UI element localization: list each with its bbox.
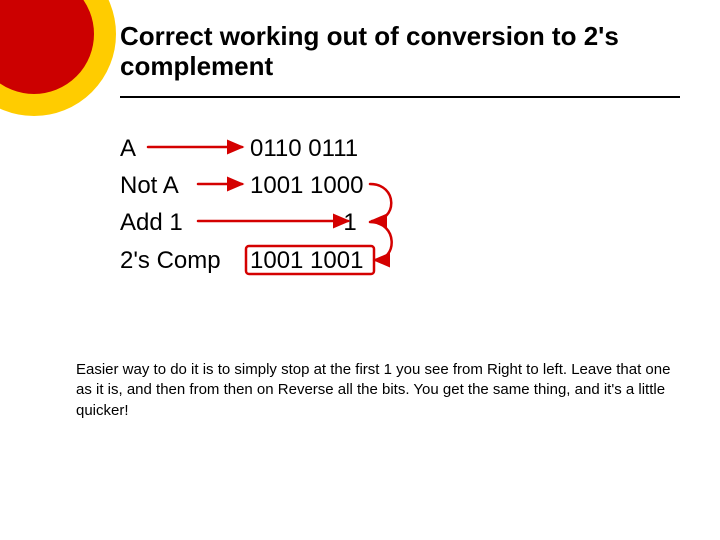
title-underline bbox=[120, 96, 680, 98]
row-twos-comp: 2's Comp 1001 1001 bbox=[120, 242, 680, 279]
row-label: 2's Comp bbox=[120, 242, 250, 279]
row-not-a: Not A 1001 1000 bbox=[120, 167, 680, 204]
row-a: A 0110 0111 bbox=[120, 130, 680, 167]
footnote-text: Easier way to do it is to simply stop at… bbox=[76, 360, 681, 421]
row-label: Add 1 bbox=[120, 204, 250, 241]
slide-title: Correct working out of conversion to 2's… bbox=[120, 22, 680, 82]
corner-decoration bbox=[0, 0, 116, 116]
row-value: 1 bbox=[250, 204, 357, 241]
working-block: A 0110 0111 Not A 1001 1000 Add 1 1 2's … bbox=[120, 130, 680, 279]
slide: Correct working out of conversion to 2's… bbox=[0, 0, 720, 540]
row-value: 1001 1000 bbox=[250, 167, 363, 204]
row-add-1: Add 1 1 bbox=[120, 204, 680, 241]
row-value: 0110 0111 bbox=[250, 130, 358, 167]
row-label: A bbox=[120, 130, 250, 167]
row-value: 1001 1001 bbox=[250, 242, 363, 279]
row-label: Not A bbox=[120, 167, 250, 204]
